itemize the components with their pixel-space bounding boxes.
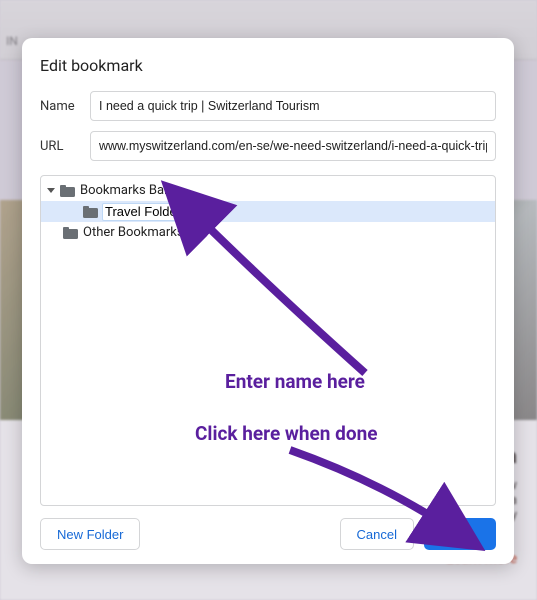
tree-item-new-folder[interactable] <box>41 201 495 222</box>
tree-item-other-bookmarks[interactable]: Other Bookmarks <box>41 222 495 243</box>
name-row: Name <box>40 91 496 121</box>
dialog-footer: New Folder Cancel Save <box>40 518 496 550</box>
url-row: URL <box>40 131 496 161</box>
tree-item-bookmarks-bar[interactable]: Bookmarks Bar <box>41 180 495 201</box>
tree-label-other-bookmarks: Other Bookmarks <box>83 225 184 240</box>
cancel-button[interactable]: Cancel <box>340 518 414 550</box>
name-input[interactable] <box>90 91 496 121</box>
dialog-title: Edit bookmark <box>40 56 496 75</box>
new-folder-button[interactable]: New Folder <box>40 518 140 550</box>
new-folder-name-input[interactable] <box>102 203 197 221</box>
name-label: Name <box>40 99 90 114</box>
edit-bookmark-dialog: Edit bookmark Name URL Bookmarks Bar Oth… <box>22 38 514 564</box>
url-input[interactable] <box>90 131 496 161</box>
chevron-down-icon[interactable] <box>47 188 55 193</box>
save-button[interactable]: Save <box>424 518 496 550</box>
folder-tree[interactable]: Bookmarks Bar Other Bookmarks <box>40 175 496 506</box>
folder-icon <box>83 206 98 218</box>
folder-icon <box>63 227 78 239</box>
tree-label-bookmarks-bar: Bookmarks Bar <box>80 183 169 198</box>
url-label: URL <box>40 139 90 154</box>
folder-icon <box>60 185 75 197</box>
